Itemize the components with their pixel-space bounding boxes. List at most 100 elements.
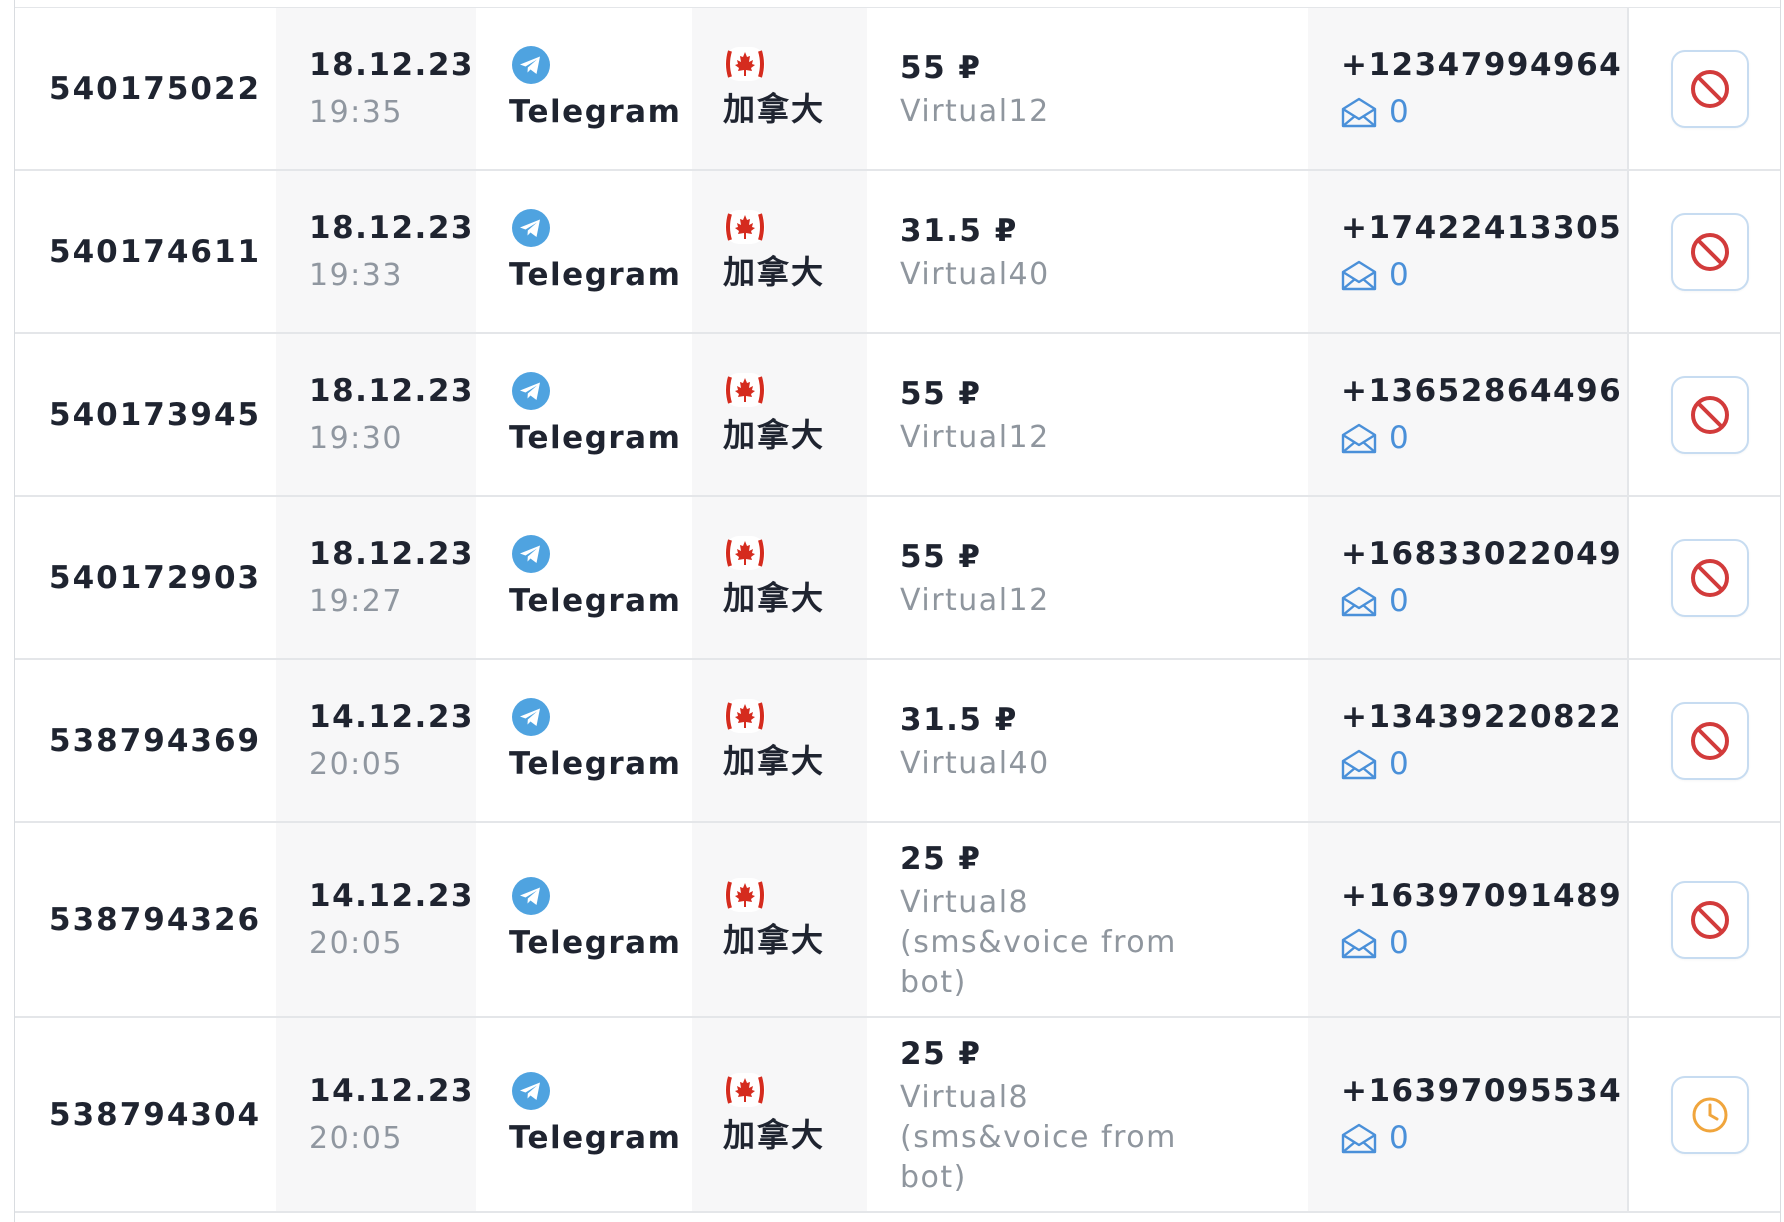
envelope-icon — [1341, 423, 1377, 454]
sms-count[interactable]: 0 — [1389, 252, 1409, 299]
phone-number[interactable]: +16397091489 — [1341, 873, 1627, 920]
cancel-button[interactable] — [1670, 212, 1749, 291]
table-row: 538794304 14.12.23 20:05 Telegram 加拿大 25… — [15, 1018, 1780, 1213]
activation-time: 19:35 — [309, 94, 403, 130]
table-row: 540173945 18.12.23 19:30 Telegram 加拿大 55… — [15, 334, 1780, 497]
service-name: Telegram — [509, 420, 682, 456]
date-cell: 14.12.23 20:05 — [276, 1018, 476, 1211]
sms-link[interactable]: 0 — [1341, 252, 1627, 299]
sms-link[interactable]: 0 — [1341, 578, 1627, 625]
country-cell: 加拿大 — [692, 823, 867, 1016]
sms-count[interactable]: 0 — [1389, 920, 1409, 967]
service-name: Telegram — [509, 925, 682, 961]
clock-icon — [1692, 1097, 1727, 1132]
cancel-button[interactable] — [1670, 49, 1749, 128]
cancel-button[interactable] — [1670, 538, 1749, 617]
price: 25 ₽ — [900, 1036, 982, 1072]
canada-flag-icon — [725, 210, 765, 244]
activation-date: 14.12.23 — [309, 877, 474, 914]
activation-id: 540172903 — [49, 559, 262, 596]
table-row: 538794369 14.12.23 20:05 Telegram 加拿大 31… — [15, 660, 1780, 823]
sms-link[interactable]: 0 — [1341, 1115, 1627, 1162]
cancel-icon — [1690, 558, 1729, 597]
cancel-button[interactable] — [1670, 375, 1749, 454]
action-cell — [1627, 660, 1780, 821]
table-row: 540174611 18.12.23 19:33 Telegram 加拿大 31… — [15, 171, 1780, 334]
country-cell: 加拿大 — [692, 660, 867, 821]
activation-date: 14.12.23 — [309, 698, 474, 735]
date-cell: 14.12.23 20:05 — [276, 823, 476, 1016]
activations-table: 540175022 18.12.23 19:35 Telegram 加拿大 55… — [15, 8, 1780, 1213]
phone-number[interactable]: +16833022049 — [1341, 531, 1627, 578]
operator-name: Virtual8 (sms&voice from bot) — [900, 885, 1177, 1000]
country-name: 加拿大 — [723, 579, 826, 617]
table-row: 540175022 18.12.23 19:35 Telegram 加拿大 55… — [15, 8, 1780, 171]
phone-cell: +13439220822 0 — [1308, 660, 1627, 821]
date-cell: 14.12.23 20:05 — [276, 660, 476, 821]
activation-date: 14.12.23 — [309, 1072, 474, 1109]
price-cell: 31.5 ₽ Virtual40 — [867, 171, 1308, 332]
sms-link[interactable]: 0 — [1341, 741, 1627, 788]
price: 55 ₽ — [900, 539, 982, 575]
activation-id: 538794326 — [49, 901, 262, 938]
envelope-icon — [1341, 749, 1377, 780]
canada-flag-icon — [725, 878, 765, 912]
telegram-icon — [512, 1072, 550, 1110]
activation-id: 540175022 — [49, 70, 262, 107]
activation-time: 20:05 — [309, 1120, 403, 1156]
price-cell: 31.5 ₽ Virtual40 — [867, 660, 1308, 821]
cancel-button[interactable] — [1670, 701, 1749, 780]
activation-id-cell: 540175022 — [15, 8, 276, 169]
phone-cell: +16397091489 0 — [1308, 823, 1627, 1016]
service-cell: Telegram — [476, 334, 692, 495]
phone-number[interactable]: +13652864496 — [1341, 368, 1627, 415]
sms-link[interactable]: 0 — [1341, 415, 1627, 462]
telegram-icon — [512, 372, 550, 410]
sms-count[interactable]: 0 — [1389, 1115, 1409, 1162]
action-cell — [1627, 497, 1780, 658]
canada-flag-icon — [725, 699, 765, 733]
cancel-icon — [1690, 69, 1729, 108]
sms-count[interactable]: 0 — [1389, 578, 1409, 625]
canada-flag-icon — [725, 1073, 765, 1107]
sms-count[interactable]: 0 — [1389, 415, 1409, 462]
service-name: Telegram — [509, 257, 682, 293]
country-name: 加拿大 — [723, 921, 826, 959]
cancel-icon — [1690, 232, 1729, 271]
table-row: 540172903 18.12.23 19:27 Telegram 加拿大 55… — [15, 497, 1780, 660]
pending-button[interactable] — [1670, 1075, 1749, 1154]
envelope-icon — [1341, 928, 1377, 959]
cancel-button[interactable] — [1670, 880, 1749, 959]
price-cell: 55 ₽ Virtual12 — [867, 8, 1308, 169]
telegram-icon — [512, 877, 550, 915]
activation-date: 18.12.23 — [309, 209, 474, 246]
phone-cell: +13652864496 0 — [1308, 334, 1627, 495]
country-cell: 加拿大 — [692, 497, 867, 658]
date-cell: 18.12.23 19:27 — [276, 497, 476, 658]
country-name: 加拿大 — [723, 742, 826, 780]
country-cell: 加拿大 — [692, 171, 867, 332]
phone-number[interactable]: +17422413305 — [1341, 205, 1627, 252]
activation-date: 18.12.23 — [309, 535, 474, 572]
sms-link[interactable]: 0 — [1341, 920, 1627, 967]
phone-number[interactable]: +13439220822 — [1341, 694, 1627, 741]
cancel-icon — [1690, 721, 1729, 760]
sms-link[interactable]: 0 — [1341, 89, 1627, 136]
telegram-icon — [512, 535, 550, 573]
frame-border-right — [1780, 0, 1781, 1222]
price-cell: 25 ₽ Virtual8 (sms&voice from bot) — [867, 823, 1308, 1016]
service-name: Telegram — [509, 746, 682, 782]
service-cell: Telegram — [476, 497, 692, 658]
phone-number[interactable]: +16397095534 — [1341, 1068, 1627, 1115]
telegram-icon — [512, 698, 550, 736]
date-cell: 18.12.23 19:33 — [276, 171, 476, 332]
sms-count[interactable]: 0 — [1389, 89, 1409, 136]
activation-id: 540174611 — [49, 233, 262, 270]
country-cell: 加拿大 — [692, 8, 867, 169]
phone-number[interactable]: +12347994964 — [1341, 42, 1627, 89]
price: 25 ₽ — [900, 841, 982, 877]
activation-id-cell: 540174611 — [15, 171, 276, 332]
table-row: 538794326 14.12.23 20:05 Telegram 加拿大 25… — [15, 823, 1780, 1018]
sms-count[interactable]: 0 — [1389, 741, 1409, 788]
envelope-icon — [1341, 586, 1377, 617]
